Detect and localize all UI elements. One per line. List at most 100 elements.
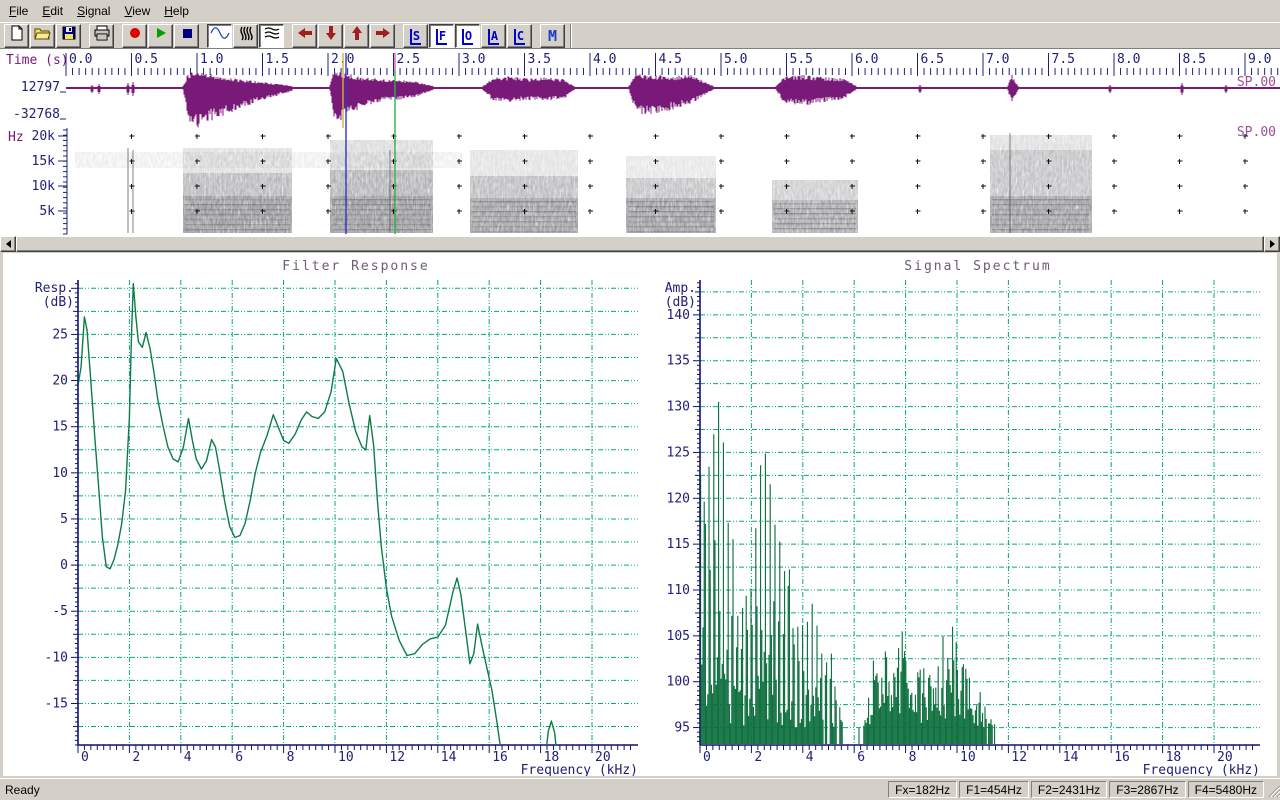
pitch-striations-view-button[interactable] (233, 24, 258, 48)
svg-text:0: 0 (60, 558, 68, 573)
status-f1: F1=454Hz (959, 781, 1029, 798)
svg-text:10k: 10k (32, 179, 56, 194)
status-f2: F2=2431Hz (1031, 781, 1107, 798)
svg-text:16: 16 (492, 750, 508, 765)
waveform-view-button[interactable] (207, 24, 232, 48)
new-file-icon (9, 25, 25, 46)
up-arrow-icon (350, 25, 364, 46)
la-icon: A (488, 31, 499, 41)
down-arrow-icon (324, 25, 338, 46)
svg-text:0: 0 (703, 750, 711, 765)
svg-text:-15: -15 (45, 696, 68, 711)
stop-button[interactable] (174, 24, 199, 48)
svg-text:5k: 5k (39, 204, 55, 219)
svg-text:6.0: 6.0 (855, 52, 878, 67)
svg-text:4: 4 (806, 750, 814, 765)
svg-text:8.5: 8.5 (1183, 52, 1206, 67)
analysis-charts-panel: 2520151050-5-10-1502468101214161820Filte… (0, 252, 1280, 778)
svg-text:100: 100 (667, 675, 690, 690)
signal-display-area[interactable]: Time (s)0.00.51.01.52.02.53.03.54.04.55.… (0, 49, 1280, 236)
svg-text:8.0: 8.0 (1117, 52, 1140, 67)
menu-bar: FileEditSignalViewHelp (0, 0, 1280, 22)
open-file-button[interactable] (30, 24, 55, 48)
menu-item-help[interactable]: Help (157, 1, 196, 21)
svg-text:16: 16 (1114, 750, 1130, 765)
svg-text:-5: -5 (52, 604, 68, 619)
spectrogram-view-button[interactable] (259, 24, 284, 48)
toolbar: S F O A C M (0, 22, 1280, 49)
svg-text:3.5: 3.5 (528, 52, 551, 67)
scroll-right-button[interactable] (1264, 236, 1280, 252)
svg-text:Hz: Hz (8, 130, 24, 145)
svg-text:12: 12 (1011, 750, 1027, 765)
svg-text:3.0: 3.0 (462, 52, 485, 67)
stop-icon (180, 26, 194, 45)
menu-item-signal[interactable]: Signal (70, 1, 117, 21)
svg-text:14: 14 (441, 750, 457, 765)
horizontal-scrollbar[interactable] (0, 236, 1280, 252)
m-analysis-button[interactable]: M (540, 24, 565, 48)
move-up-button[interactable] (344, 24, 369, 48)
lc-analysis-button[interactable]: C (507, 24, 532, 48)
svg-text:2.5: 2.5 (397, 52, 420, 67)
la-analysis-button[interactable]: A (481, 24, 506, 48)
svg-text:6.5: 6.5 (921, 52, 944, 67)
lc-icon: C (514, 31, 525, 41)
svg-text:5.0: 5.0 (724, 52, 747, 67)
printer-icon (93, 25, 111, 46)
save-floppy-icon (61, 25, 77, 46)
svg-text:135: 135 (667, 354, 690, 369)
svg-text:95: 95 (674, 721, 690, 736)
svg-text:5: 5 (60, 512, 68, 527)
print-button[interactable] (89, 24, 114, 48)
move-right-button[interactable] (370, 24, 395, 48)
menu-item-view[interactable]: View (117, 1, 157, 21)
m-icon: M (548, 27, 557, 45)
play-icon (154, 26, 168, 45)
scroll-right-icon (1270, 240, 1275, 248)
svg-text:0.0: 0.0 (69, 52, 92, 67)
svg-text:6: 6 (235, 750, 243, 765)
svg-text:Amp.: Amp. (665, 281, 696, 296)
status-message: Ready (0, 783, 886, 797)
scroll-left-icon (6, 240, 11, 248)
svg-text:125: 125 (667, 445, 690, 460)
status-fx: Fx=182Hz (888, 781, 957, 798)
move-left-button[interactable] (292, 24, 317, 48)
scrollbar-thumb[interactable] (16, 236, 1264, 252)
lo-icon: O (462, 31, 473, 41)
svg-text:Resp.: Resp. (35, 281, 74, 296)
lf-analysis-button[interactable]: F (429, 24, 454, 48)
svg-text:10: 10 (338, 750, 354, 765)
save-button[interactable] (56, 24, 81, 48)
svg-text:4.5: 4.5 (659, 52, 682, 67)
lo-analysis-button[interactable]: O (455, 24, 480, 48)
move-down-button[interactable] (318, 24, 343, 48)
resize-grip[interactable] (1266, 781, 1280, 798)
svg-text:(dB): (dB) (665, 295, 696, 310)
record-button[interactable] (122, 24, 147, 48)
ls-analysis-button[interactable]: S (403, 24, 428, 48)
svg-text:0.5: 0.5 (135, 52, 158, 67)
svg-text:130: 130 (667, 400, 690, 415)
right-arrow-icon (375, 26, 391, 45)
svg-text:12797: 12797 (21, 80, 60, 95)
svg-text:Filter Response: Filter Response (282, 259, 429, 274)
new-file-button[interactable] (4, 24, 29, 48)
svg-text:10: 10 (960, 750, 976, 765)
svg-text:8: 8 (287, 750, 295, 765)
menu-item-file[interactable]: File (2, 1, 35, 21)
svg-text:7.0: 7.0 (986, 52, 1009, 67)
status-f3: F3=2867Hz (1109, 781, 1185, 798)
sine-wave-icon (210, 26, 230, 45)
vertical-striations-icon (238, 26, 254, 46)
svg-text:15k: 15k (32, 154, 56, 169)
scroll-left-button[interactable] (0, 236, 16, 252)
menu-item-edit[interactable]: Edit (35, 1, 70, 21)
svg-text:115: 115 (667, 537, 690, 552)
lf-icon: F (436, 31, 447, 41)
play-button[interactable] (148, 24, 173, 48)
svg-text:6: 6 (857, 750, 865, 765)
svg-text:8: 8 (909, 750, 917, 765)
svg-text:Frequency (kHz): Frequency (kHz) (1143, 763, 1260, 776)
